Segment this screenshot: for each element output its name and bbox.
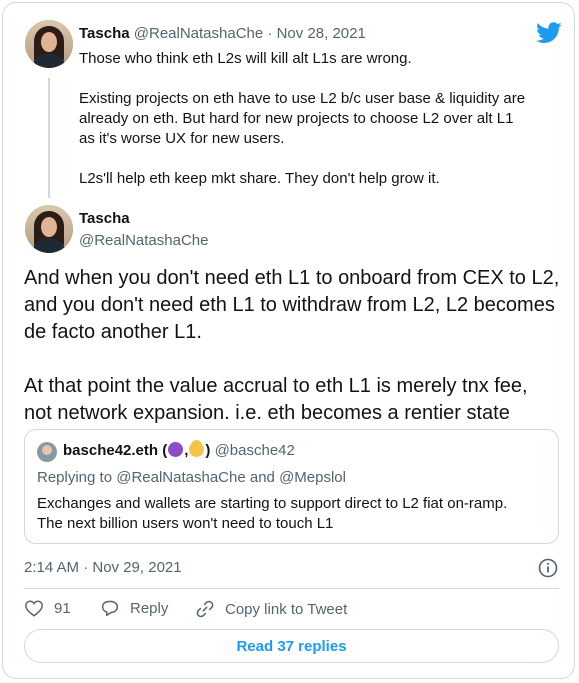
- replying-prefix: Replying to: [37, 469, 113, 486]
- info-icon[interactable]: [538, 558, 558, 578]
- quote-text-line: Exchanges and wallets are starting to su…: [37, 495, 508, 512]
- author-handle[interactable]: @RealNatashaChe: [134, 25, 263, 42]
- replying-user-link[interactable]: @Mepslol: [279, 469, 346, 486]
- quoted-tweet[interactable]: basche42.eth (,) @basche42 Replying to @…: [24, 429, 559, 544]
- replying-and: and: [249, 469, 275, 486]
- avatar[interactable]: [25, 20, 73, 68]
- copy-link-label: Copy link to Tweet: [225, 600, 348, 618]
- quote-body: Exchanges and wallets are starting to su…: [37, 494, 507, 534]
- tweet-text-line: Those who think eth L2s will kill alt L1…: [79, 50, 412, 67]
- tweet-text-line: as it's worse UX for new users.: [79, 130, 285, 147]
- author-name-text: Tascha: [79, 210, 130, 227]
- like-count: 91: [54, 599, 71, 617]
- tweet-text-line: L2s'll help eth keep mkt share. They don…: [79, 170, 440, 187]
- copy-link-button[interactable]: Copy link to Tweet: [195, 599, 347, 619]
- quote-author-handle: @basche42: [214, 442, 295, 459]
- reply-label: Reply: [130, 599, 169, 617]
- link-icon: [196, 600, 214, 618]
- tweet-text-line: At that point the value accrual to eth L…: [24, 375, 528, 397]
- tweet-text-line: not network expansion. i.e. eth becomes …: [24, 402, 510, 424]
- read-replies-button[interactable]: Read 37 replies: [24, 629, 559, 663]
- tweet-text-line: de facto another L1.: [24, 321, 202, 343]
- like-button[interactable]: 91: [24, 599, 71, 617]
- quote-name-sep: ,: [184, 442, 189, 459]
- angel-emoji-icon: [189, 442, 205, 457]
- twitter-bird-icon[interactable]: [536, 22, 562, 44]
- tweet1-header: Tascha @RealNatashaChe · Nov 28, 2021: [79, 25, 366, 42]
- devil-emoji-icon: [168, 442, 184, 457]
- tweet-card: Tascha @RealNatashaChe · Nov 28, 2021 Th…: [2, 2, 575, 679]
- heart-icon: [25, 600, 43, 617]
- reply-button[interactable]: Reply: [100, 599, 168, 617]
- quote-author-name: basche42.eth (,): [63, 442, 210, 459]
- avatar[interactable]: [25, 205, 73, 253]
- author-name[interactable]: Tascha: [79, 25, 130, 42]
- thread-line: [48, 78, 50, 198]
- replying-user-link[interactable]: @RealNatashaChe: [116, 469, 245, 486]
- tweet-timestamp[interactable]: 2:14 AM · Nov 29, 2021: [24, 559, 182, 576]
- tweet1-body: Those who think eth L2s will kill alt L1…: [79, 49, 525, 209]
- quote-avatar: [37, 442, 57, 462]
- tweet-text-line: and you don't need eth L1 to withdraw fr…: [24, 294, 555, 316]
- tweet-text-line: Existing projects on eth have to use L2 …: [79, 90, 526, 107]
- tweet2-body: And when you don't need eth L1 to onboar…: [24, 265, 559, 427]
- reply-icon: [101, 600, 119, 616]
- quote-name-text: basche42.eth (: [63, 442, 168, 459]
- separator: ·: [267, 25, 273, 42]
- quote-text-line: The next billion users won't need to tou…: [37, 515, 334, 532]
- tweet-text-line: And when you don't need eth L1 to onboar…: [24, 267, 560, 289]
- replying-to: Replying to @RealNatashaChe and @Mepslol: [37, 469, 346, 486]
- author-handle[interactable]: @RealNatashaChe: [79, 232, 208, 249]
- quote-header: basche42.eth (,) @basche42: [63, 442, 295, 459]
- tweet-date[interactable]: Nov 28, 2021: [277, 25, 366, 42]
- author-name[interactable]: Tascha: [79, 210, 130, 227]
- quote-name-close: ): [205, 442, 211, 459]
- divider: [24, 588, 559, 589]
- tweet-text-line: already on eth. But hard for new project…: [79, 110, 514, 127]
